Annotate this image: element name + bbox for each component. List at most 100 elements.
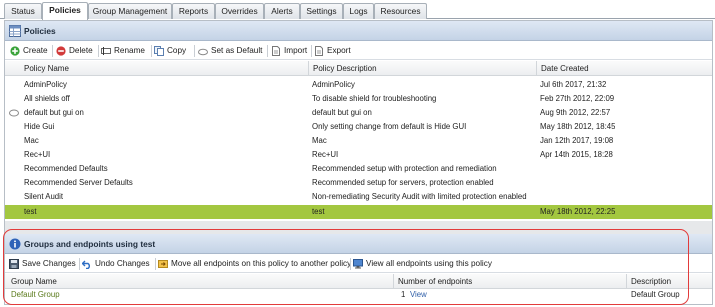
table-row-selected[interactable]: test test May 18th 2012, 22:25 [5,205,712,219]
date-created-cell: May 18th 2012, 18:45 [540,122,616,131]
undo-changes-button[interactable]: Undo Changes [82,257,152,271]
policies-title: Policies [24,26,56,36]
policy-description-cell: test [312,207,325,216]
tab-alerts[interactable]: Alerts [264,3,300,19]
groups-title: Groups and endpoints using test [24,239,156,249]
tab-status[interactable]: Status [4,3,42,19]
save-changes-button[interactable]: Save Changes [9,257,77,271]
create-button[interactable]: Create [10,44,50,58]
policies-grid-icon [9,25,21,37]
policy-name-cell: Mac [24,136,39,145]
policy-name-cell: All shields off [24,94,70,103]
delete-label: Delete [69,46,93,55]
table-row[interactable]: AdminPolicy AdminPolicy Jul 6th 2017, 21… [5,79,712,91]
date-created-cell: Aug 9th 2012, 22:57 [540,108,611,117]
policies-header: Policies [5,21,712,41]
undo-changes-label: Undo Changes [95,259,150,268]
copy-button[interactable]: Copy [154,44,192,58]
column-header-policy-name[interactable]: Policy Name [20,61,308,76]
date-created-cell: Feb 27th 2012, 22:09 [540,94,615,103]
delete-button[interactable]: Delete [56,44,98,58]
policy-name-cell: Hide Gui [24,122,55,131]
table-row[interactable]: Default Group 1 View Default Group [5,289,712,301]
policy-description-cell: default but gui on [312,108,372,117]
table-row[interactable]: Recommended Defaults Recommended setup w… [5,163,712,175]
plus-icon [10,46,20,56]
tab-settings[interactable]: Settings [300,3,343,19]
table-row[interactable]: All shields off To disable shield for tr… [5,93,712,105]
table-row[interactable]: Hide Gui Only setting change from defaul… [5,121,712,133]
delete-icon [56,46,66,56]
tab-overrides[interactable]: Overrides [215,3,264,19]
policies-grid-header: Policy Name Policy Description Date Crea… [5,61,712,76]
tab-resources[interactable]: Resources [374,3,427,19]
export-label: Export [327,46,351,55]
save-changes-label: Save Changes [22,259,76,268]
undo-icon [82,260,90,269]
tab-reports[interactable]: Reports [172,3,215,19]
tab-group-management[interactable]: Group Management [88,3,172,19]
toolbar-divider [155,258,156,270]
copy-label: Copy [167,46,187,55]
policy-name-cell: AdminPolicy [24,80,67,89]
group-name-link[interactable]: Default Group [11,289,60,301]
policy-description-cell: To disable shield for troubleshooting [312,94,437,103]
endpoint-count: 1 [401,290,406,299]
table-row[interactable]: Recommended Server Defaults Recommended … [5,177,712,189]
default-policy-icon [9,109,19,117]
export-icon [315,46,323,56]
toolbar-divider [267,45,268,57]
date-created-cell: May 18th 2012, 22:25 [540,207,616,216]
table-row[interactable]: Mac Mac Jan 12th 2017, 19:08 [5,135,712,147]
move-endpoints-label: Move all endpoints on this policy to ano… [171,259,352,268]
toolbar-divider [311,45,312,57]
policy-description-cell: Only setting change from default is Hide… [312,122,467,131]
tab-bar: Status Policies Group Management Reports… [0,0,715,20]
table-row[interactable]: Silent Audit Non-remediating Security Au… [5,191,712,203]
toolbar-divider [194,45,195,57]
view-all-endpoints-button[interactable]: View all endpoints using this policy [353,257,493,271]
save-icon [9,259,19,269]
column-header-group-name[interactable]: Group Name [5,274,393,289]
groups-header: Groups and endpoints using test [5,234,712,254]
set-default-icon [198,48,208,56]
view-all-endpoints-label: View all endpoints using this policy [366,259,492,268]
column-header-date-created[interactable]: Date Created [536,61,714,76]
rename-icon [101,47,111,55]
toolbar-divider [79,258,80,270]
policy-description-cell: Rec+UI [312,150,339,159]
import-label: Import [284,46,308,55]
grid-empty-area [5,221,712,234]
column-header-policy-description[interactable]: Policy Description [308,61,536,76]
policy-description-cell: AdminPolicy [312,80,355,89]
import-icon [272,46,280,56]
date-created-cell: Apr 14th 2015, 18:28 [540,150,613,159]
import-button[interactable]: Import [271,44,309,58]
move-endpoints-button[interactable]: Move all endpoints on this policy to ano… [158,257,352,271]
toolbar-divider [151,45,152,57]
policy-name-cell: Silent Audit [24,192,64,201]
move-endpoints-icon [158,260,168,268]
toolbar-divider [350,258,351,270]
column-header-description[interactable]: Description [626,274,714,289]
create-label: Create [23,46,48,55]
set-as-default-button[interactable]: Set as Default [198,44,264,58]
policies-toolbar: Create Delete Rename Copy Set as Default… [5,42,712,60]
policy-description-cell: Recommended setup with protection and re… [312,164,497,173]
policy-description-cell: Non-remediating Security Audit with limi… [312,192,527,201]
policies-panel: Policies Create Delete Rename Copy Set a… [4,20,713,305]
policy-name-cell: Recommended Server Defaults [24,178,133,187]
column-header-number-of-endpoints[interactable]: Number of endpoints [393,274,626,289]
tab-logs[interactable]: Logs [343,3,374,19]
toolbar-divider [98,45,99,57]
tab-policies[interactable]: Policies [42,2,88,20]
table-row[interactable]: default but gui on default but gui on Au… [5,107,712,119]
monitor-icon [353,259,363,269]
rename-button[interactable]: Rename [101,44,149,58]
groups-toolbar: Save Changes Undo Changes Move all endpo… [5,255,712,273]
export-button[interactable]: Export [314,44,354,58]
copy-icon [154,46,164,56]
table-row[interactable]: Rec+UI Rec+UI Apr 14th 2015, 18:28 [5,149,712,161]
view-endpoints-link[interactable]: View [410,289,427,301]
toolbar-divider [52,45,53,57]
